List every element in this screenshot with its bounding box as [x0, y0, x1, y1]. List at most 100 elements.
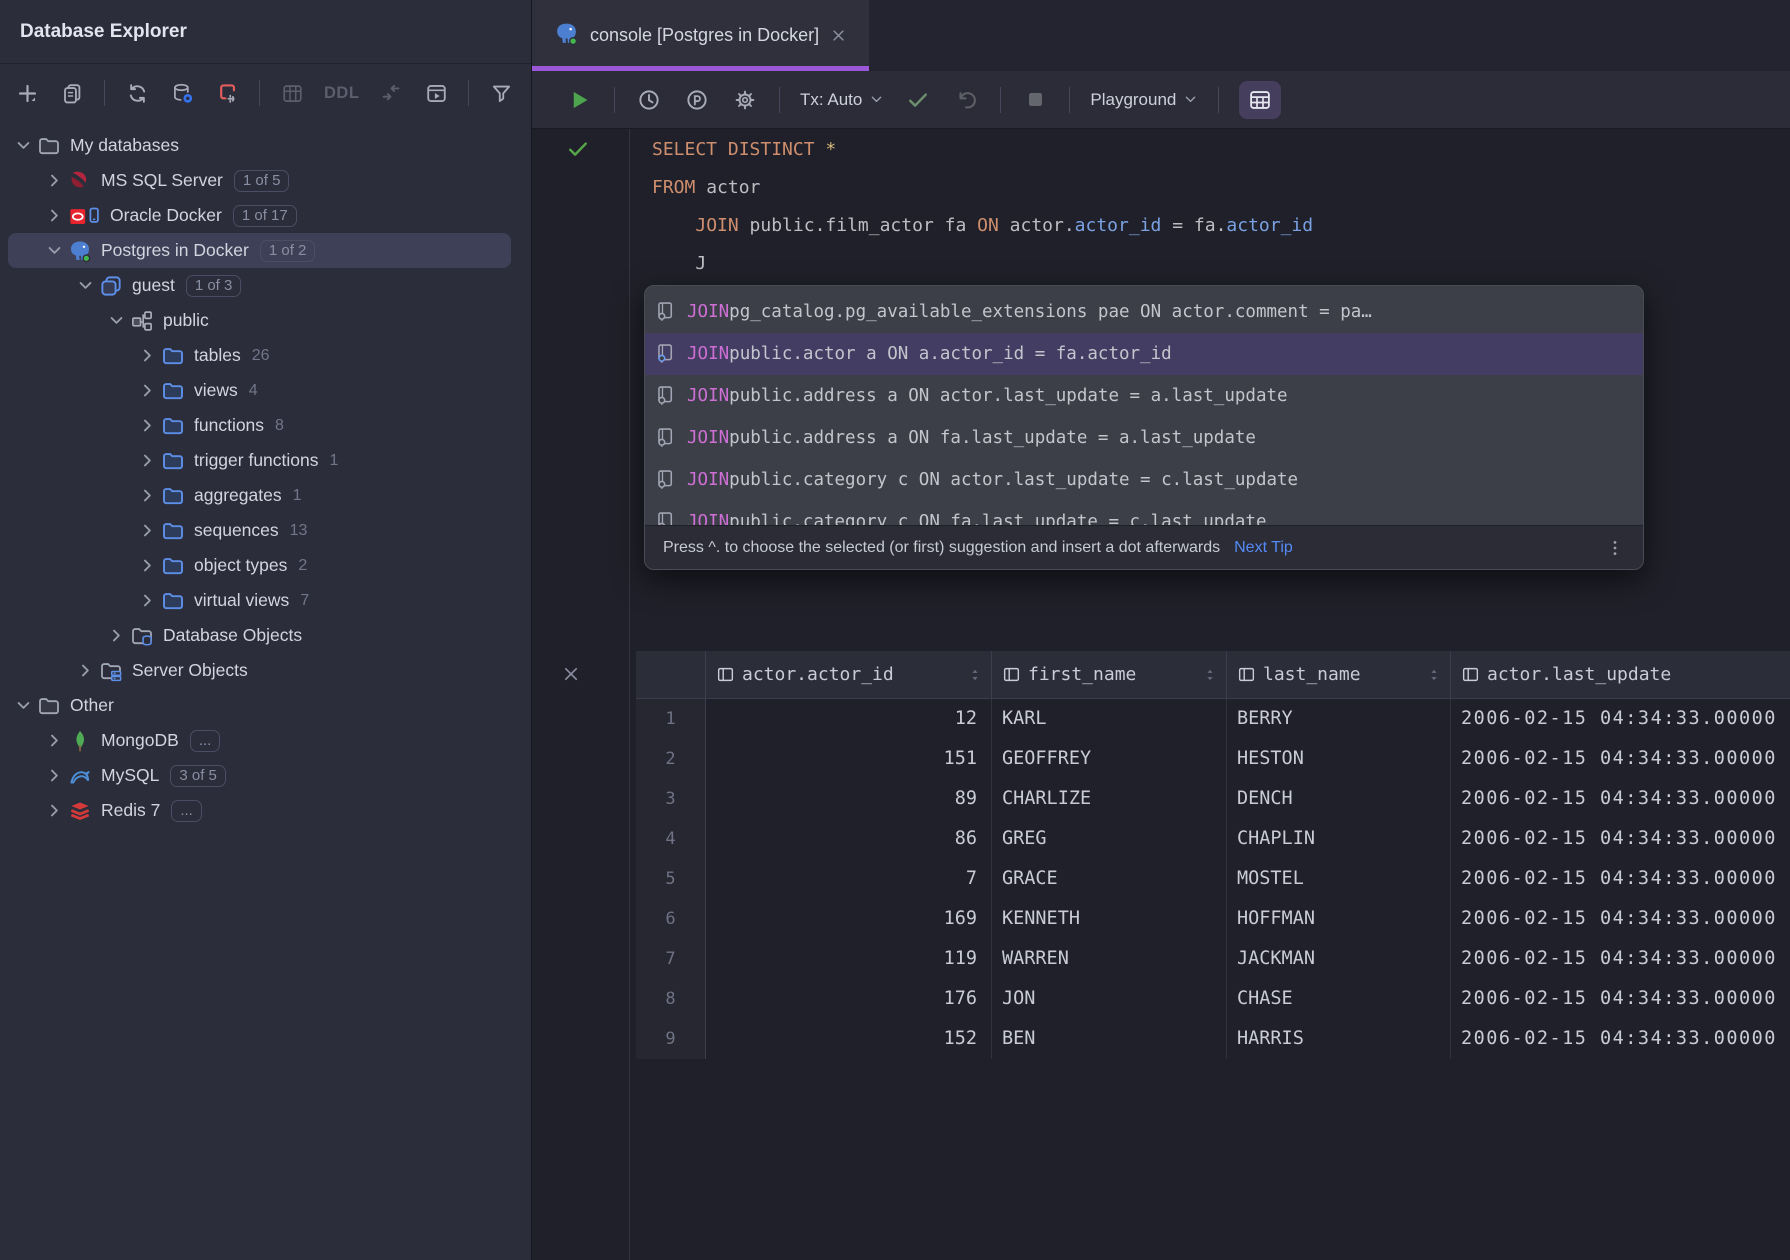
table-row[interactable]: 6169KENNETHHOFFMAN2006-02-15 04:34:33.00…	[636, 899, 1790, 939]
sort-arrows-icon[interactable]	[1426, 667, 1442, 683]
parameters-icon[interactable]	[683, 86, 711, 114]
chevron-down-icon[interactable]	[10, 133, 36, 159]
chevron-right-icon[interactable]	[72, 658, 98, 684]
sort-arrows-icon[interactable]	[967, 667, 983, 683]
tree-item-object-types[interactable]: object types2	[8, 548, 511, 583]
tree-item-sequences[interactable]: sequences13	[8, 513, 511, 548]
run-button[interactable]	[566, 86, 594, 114]
add-icon[interactable]	[14, 80, 40, 106]
jump-to-console-icon[interactable]	[378, 80, 404, 106]
column-header-first-name[interactable]: first_name	[992, 651, 1227, 699]
row-number: 4	[636, 819, 706, 859]
editor-pane[interactable]: SELECT DISTINCT *FROM actor JOIN public.…	[532, 129, 1790, 1260]
table-row[interactable]: 389CHARLIZEDENCH2006-02-15 04:34:33.0000…	[636, 779, 1790, 819]
chevron-right-icon[interactable]	[134, 343, 160, 369]
tree-item-mongodb[interactable]: MongoDB...	[8, 723, 511, 758]
tree-item-mysql[interactable]: MySQL3 of 5	[8, 758, 511, 793]
cell-last-update: 2006-02-15 04:34:33.00000	[1451, 979, 1790, 1019]
tree-item-label: views	[194, 380, 238, 401]
table-row[interactable]: 9152BENHARRIS2006-02-15 04:34:33.00000	[636, 1019, 1790, 1059]
code-line[interactable]: FROM actor	[652, 169, 1313, 207]
tab-console[interactable]: console [Postgres in Docker]	[532, 0, 869, 71]
completion-item[interactable]: JOIN public.category c ON actor.last_upd…	[645, 459, 1643, 501]
code-line[interactable]: SELECT DISTINCT *	[652, 131, 1313, 169]
sort-arrows-icon[interactable]	[1202, 667, 1218, 683]
close-results-button[interactable]	[556, 659, 586, 689]
duplicate-icon[interactable]	[59, 80, 85, 106]
chevron-down-icon[interactable]	[10, 693, 36, 719]
chevron-down-icon[interactable]	[41, 238, 67, 264]
tree-item-tables[interactable]: tables26	[8, 338, 511, 373]
tree-item-oracle-docker[interactable]: Oracle Docker1 of 17	[8, 198, 511, 233]
chevron-right-icon[interactable]	[134, 518, 160, 544]
completion-item[interactable]: JOIN public.address a ON fa.last_update …	[645, 417, 1643, 459]
tx-mode-selector[interactable]: Tx: Auto	[800, 90, 884, 110]
suggestion-text: public.category c ON actor.last_update =…	[729, 470, 1298, 490]
chevron-right-icon[interactable]	[103, 623, 129, 649]
completion-item[interactable]: JOIN public.actor a ON a.actor_id = fa.a…	[645, 333, 1643, 375]
tree-item-trigger-functions[interactable]: trigger functions1	[8, 443, 511, 478]
tree-item-server-objects[interactable]: Server Objects	[8, 653, 511, 688]
completion-item[interactable]: JOIN pg_catalog.pg_available_extensions …	[645, 291, 1643, 333]
chevron-down-icon[interactable]	[103, 308, 129, 334]
disconnect-icon[interactable]	[214, 80, 240, 106]
table-row[interactable]: 112KARLBERRY2006-02-15 04:34:33.00000	[636, 699, 1790, 739]
playground-selector[interactable]: Playground	[1090, 90, 1198, 110]
data-source-properties-icon[interactable]	[169, 80, 195, 106]
open-query-console-icon[interactable]	[423, 80, 449, 106]
chevron-right-icon[interactable]	[134, 483, 160, 509]
next-tip-link[interactable]: Next Tip	[1234, 539, 1293, 557]
filter-icon[interactable]	[488, 80, 514, 106]
chevron-right-icon[interactable]	[134, 588, 160, 614]
table-row[interactable]: 2151GEOFFREYHESTON2006-02-15 04:34:33.00…	[636, 739, 1790, 779]
table-icon[interactable]	[279, 80, 305, 106]
chevron-right-icon[interactable]	[41, 763, 67, 789]
inline-results-toggle[interactable]	[1239, 81, 1281, 119]
rollback-icon[interactable]	[952, 86, 980, 114]
chevron-right-icon[interactable]	[134, 378, 160, 404]
tree-item-guest[interactable]: guest1 of 3	[8, 268, 511, 303]
stop-icon[interactable]	[1021, 86, 1049, 114]
refresh-icon[interactable]	[124, 80, 150, 106]
code-line[interactable]: JOIN public.film_actor fa ON actor.actor…	[652, 207, 1313, 245]
tree-item-views[interactable]: views4	[8, 373, 511, 408]
tree-item-aggregates[interactable]: aggregates1	[8, 478, 511, 513]
join-suggestion-icon	[655, 342, 679, 366]
chevron-right-icon[interactable]	[41, 798, 67, 824]
chevron-right-icon[interactable]	[41, 728, 67, 754]
chevron-down-icon[interactable]	[72, 273, 98, 299]
code-line[interactable]: J	[652, 245, 1313, 283]
ddl-button[interactable]: DDL	[324, 84, 359, 103]
column-header-last-name[interactable]: last_name	[1227, 651, 1451, 699]
tree-item-database-objects[interactable]: Database Objects	[8, 618, 511, 653]
tree-item-my-databases[interactable]: My databases	[8, 128, 511, 163]
chevron-right-icon[interactable]	[134, 413, 160, 439]
chevron-right-icon[interactable]	[134, 553, 160, 579]
table-row[interactable]: 8176JONCHASE2006-02-15 04:34:33.00000	[636, 979, 1790, 1019]
completion-item[interactable]: JOIN public.category c ON fa.last_update…	[645, 501, 1643, 525]
column-header-actor-last-update[interactable]: actor.last_update	[1451, 651, 1790, 699]
table-row[interactable]: 486GREGCHAPLIN2006-02-15 04:34:33.00000	[636, 819, 1790, 859]
chevron-right-icon[interactable]	[134, 448, 160, 474]
suggestion-keyword: JOIN	[687, 428, 729, 448]
tree-item-other[interactable]: Other	[8, 688, 511, 723]
table-row[interactable]: 57GRACEMOSTEL2006-02-15 04:34:33.00000	[636, 859, 1790, 899]
tree-item-virtual-views[interactable]: virtual views7	[8, 583, 511, 618]
item-count: 1	[330, 452, 339, 470]
kebab-menu-icon[interactable]	[1605, 538, 1625, 558]
column-header-actor-actor-id[interactable]: actor.actor_id	[706, 651, 992, 699]
table-row[interactable]: 7119WARRENJACKMAN2006-02-15 04:34:33.000…	[636, 939, 1790, 979]
tree-item-functions[interactable]: functions8	[8, 408, 511, 443]
cell-actor-id: 152	[706, 1019, 992, 1059]
close-tab-icon[interactable]	[830, 27, 847, 44]
commit-icon[interactable]	[904, 86, 932, 114]
tree-item-ms-sql-server[interactable]: MS SQL Server1 of 5	[8, 163, 511, 198]
completion-item[interactable]: JOIN public.address a ON actor.last_upda…	[645, 375, 1643, 417]
tree-item-redis-7[interactable]: Redis 7...	[8, 793, 511, 828]
tree-item-postgres-in-docker[interactable]: Postgres in Docker1 of 2	[8, 233, 511, 268]
chevron-right-icon[interactable]	[41, 168, 67, 194]
chevron-right-icon[interactable]	[41, 203, 67, 229]
history-icon[interactable]	[635, 86, 663, 114]
tree-item-public[interactable]: public	[8, 303, 511, 338]
settings-icon[interactable]	[731, 86, 759, 114]
